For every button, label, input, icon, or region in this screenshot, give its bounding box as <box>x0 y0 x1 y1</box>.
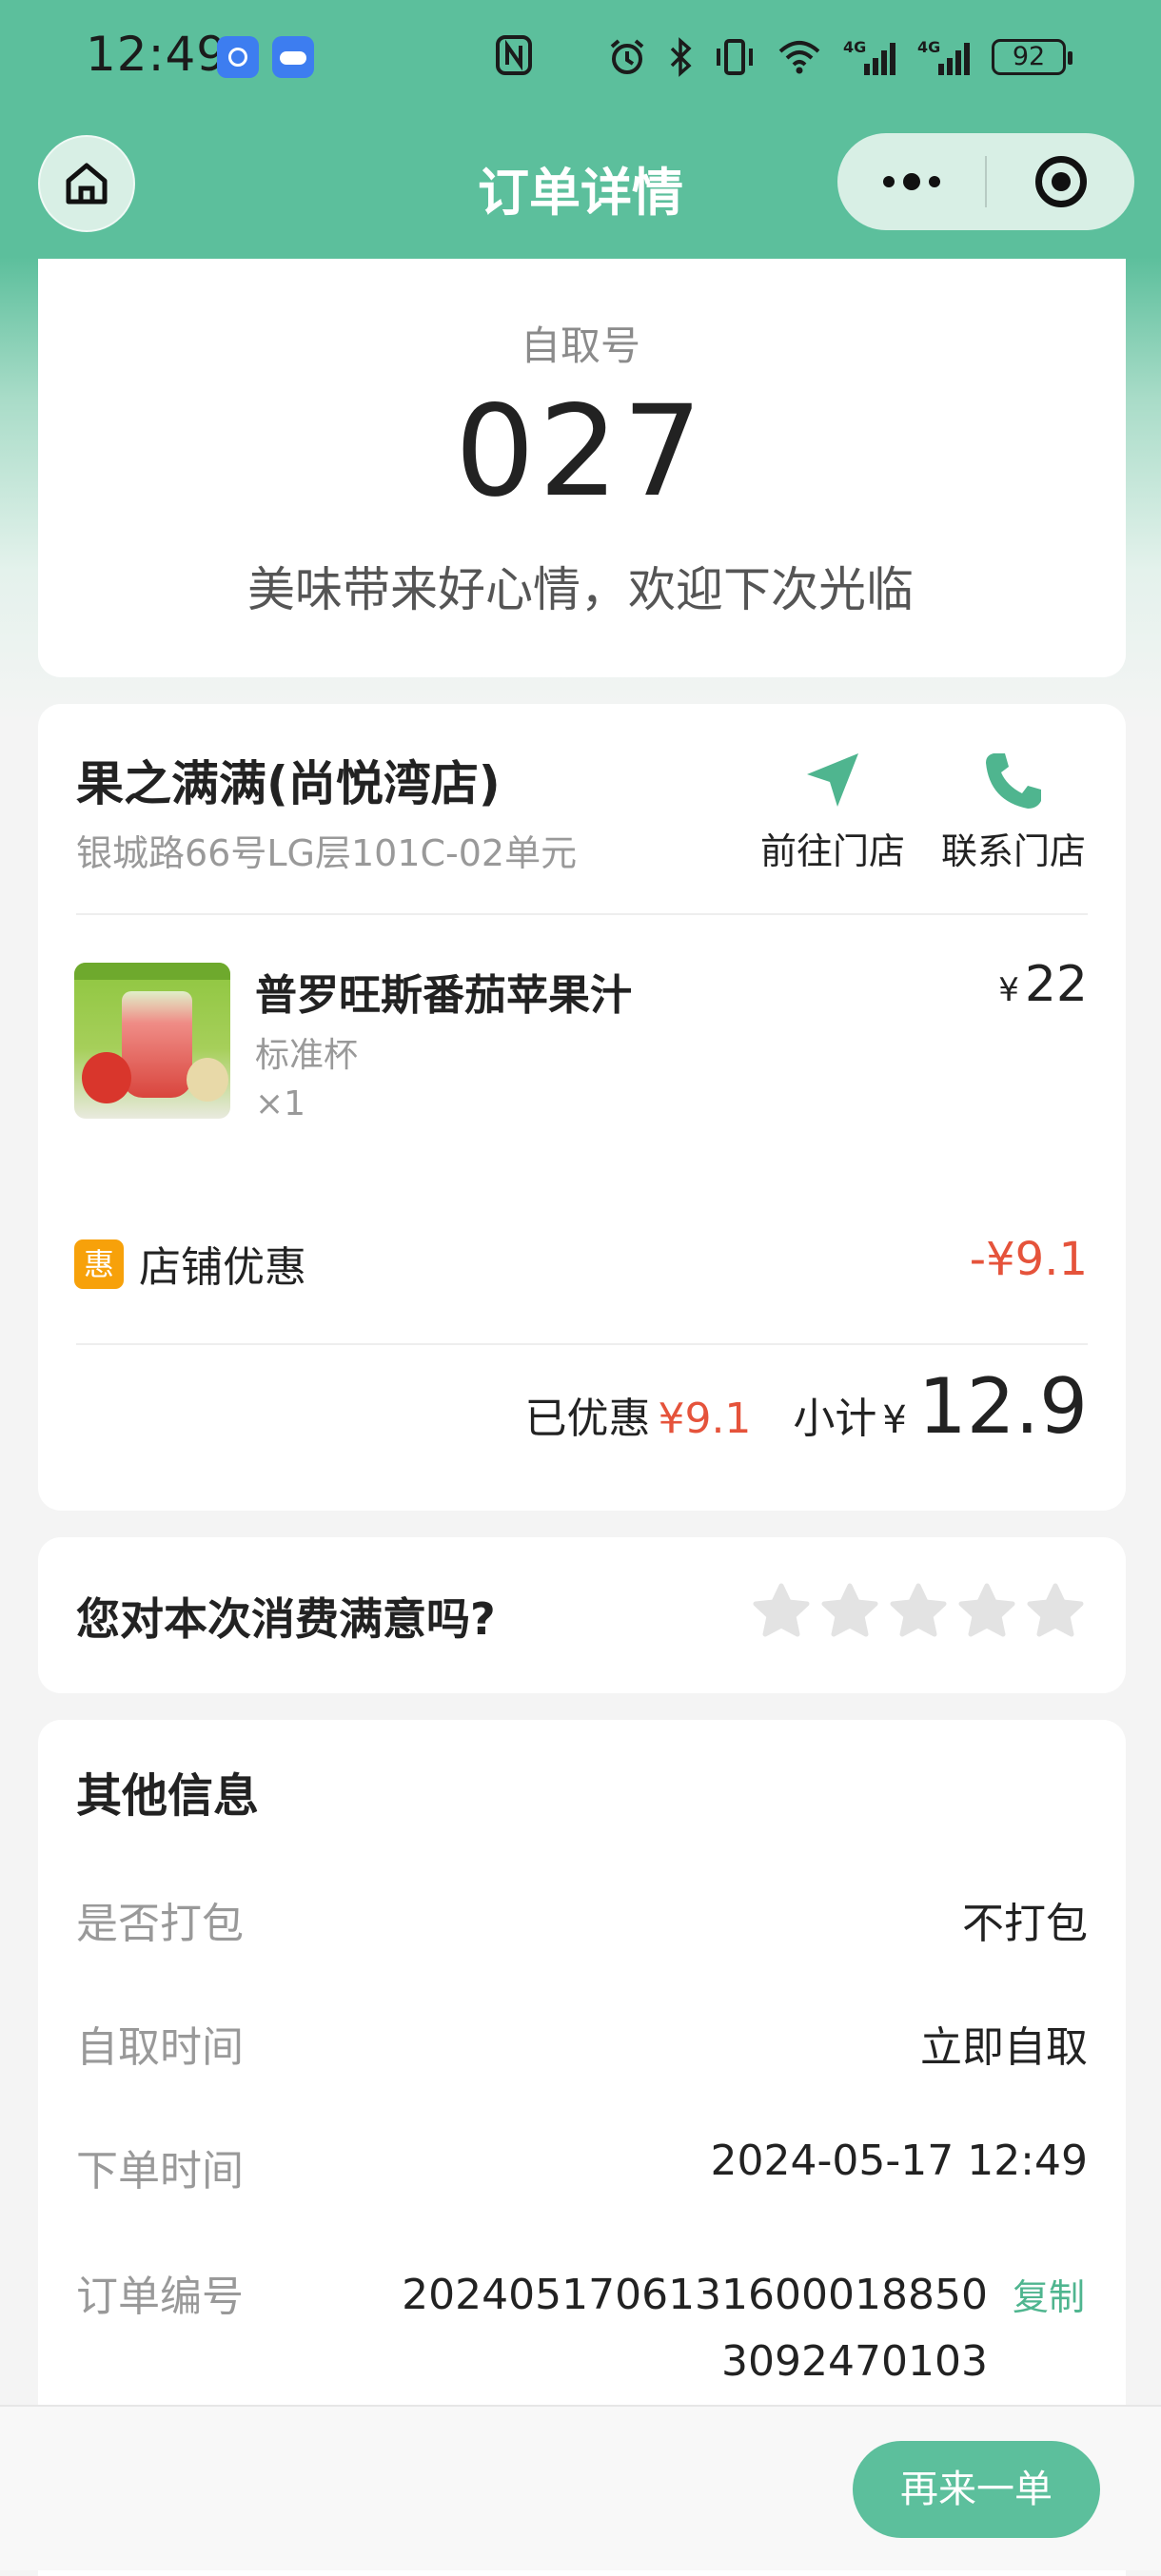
phone-icon <box>986 753 1041 809</box>
wifi-icon <box>778 41 820 74</box>
signal-4g-icon: 4G <box>843 38 895 75</box>
info-title: 其他信息 <box>76 1769 260 1823</box>
status-icons: 4G 4G 92 <box>607 29 1072 86</box>
bluetooth-icon <box>670 37 692 77</box>
pickup-number: 027 <box>455 379 706 525</box>
miniprogram-capsule <box>837 133 1134 230</box>
store-name: 果之满满(尚悦湾店) <box>76 756 501 811</box>
store-address: 银城路66号LG层101C-02单元 <box>76 832 578 874</box>
more-dot-icon <box>882 176 895 187</box>
packaging-label: 是否打包 <box>76 1900 244 1948</box>
rating-question: 您对本次消费满意吗? <box>76 1593 496 1645</box>
currency-symbol: ¥ <box>998 971 1019 1009</box>
status-bar: 12:49 4G 4G 92 <box>0 0 1161 114</box>
pickup-slogan: 美味带来好心情，欢迎下次光临 <box>247 562 914 617</box>
nfc-icon <box>496 35 532 75</box>
contact-label: 联系门店 <box>940 830 1086 872</box>
weather-app-icon <box>272 36 314 78</box>
pickup-time-label: 自取时间 <box>76 2023 244 2072</box>
product-quantity: ×1 <box>255 1084 306 1123</box>
reorder-button[interactable]: 再来一单 <box>853 2441 1100 2538</box>
star-icon[interactable] <box>820 1582 879 1641</box>
more-dot-icon <box>928 176 940 187</box>
product-name: 普罗旺斯番茄苹果汁 <box>255 971 632 1020</box>
discount-amount: -¥9.1 <box>969 1233 1088 1286</box>
navigate-label: 前往门店 <box>759 830 905 872</box>
product-price: ¥22 <box>998 956 1088 1013</box>
status-time: 12:49 <box>86 27 228 82</box>
navigation-arrow-icon <box>807 753 858 807</box>
star-icon[interactable] <box>752 1582 811 1641</box>
divider <box>76 913 1088 915</box>
price-value: 22 <box>1024 956 1088 1013</box>
pickup-time-value: 立即自取 <box>920 2023 1088 2072</box>
signal-4g-icon-2: 4G <box>917 38 970 75</box>
divider <box>76 1343 1088 1345</box>
order-time-value: 2024-05-17 12:49 <box>710 2137 1089 2185</box>
pickup-label: 自取号 <box>520 322 640 369</box>
order-time-label: 下单时间 <box>76 2147 244 2195</box>
product-image <box>74 963 230 1119</box>
more-button[interactable] <box>837 133 985 230</box>
discount-label: 店铺优惠 <box>139 1243 306 1292</box>
target-close-icon <box>1034 156 1087 207</box>
order-summary: 已优惠 ¥9.1 小计 ¥ 12.9 <box>524 1362 1088 1451</box>
vibrate-icon <box>717 39 753 75</box>
alarm-icon <box>610 39 644 74</box>
battery-icon: 92 <box>992 39 1072 75</box>
star-icon[interactable] <box>957 1582 1016 1641</box>
close-miniprogram-button[interactable] <box>987 133 1134 230</box>
order-number-value: 20240517061316000188503092470103 <box>402 2271 988 2386</box>
order-number-label: 订单编号 <box>76 2273 244 2321</box>
copy-order-number-button[interactable]: 复制 <box>1013 2268 1085 2320</box>
subtotal-label: 小计 <box>793 1395 877 1443</box>
more-dot-icon <box>902 173 920 190</box>
subtotal-currency: ¥ <box>882 1398 907 1442</box>
subtotal-value: 12.9 <box>917 1362 1088 1451</box>
saved-amount: ¥9.1 <box>658 1395 752 1443</box>
star-icon[interactable] <box>1026 1582 1085 1641</box>
svg-text:4G: 4G <box>843 38 866 56</box>
star-rating[interactable] <box>752 1582 1085 1641</box>
packaging-value: 不打包 <box>962 1900 1088 1948</box>
saved-label: 已优惠 <box>524 1395 651 1443</box>
product-spec: 标准杯 <box>255 1036 359 1075</box>
discount-badge-icon: 惠 <box>74 1239 124 1289</box>
navigate-to-store-button[interactable]: 前往门店 <box>752 748 914 872</box>
app-notification-icon <box>217 36 259 78</box>
contact-store-button[interactable]: 联系门店 <box>933 748 1094 872</box>
star-icon[interactable] <box>889 1582 948 1641</box>
svg-text:4G: 4G <box>917 38 940 56</box>
